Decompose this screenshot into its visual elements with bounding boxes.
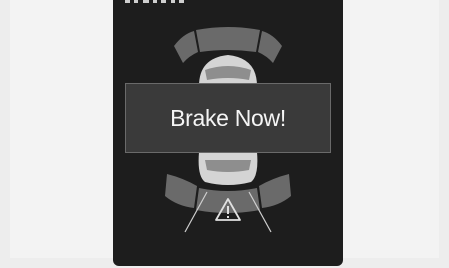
brake-warning-banner: Brake Now! <box>125 83 331 153</box>
car-front <box>199 55 257 86</box>
front-sensor-zone-right <box>258 31 282 63</box>
front-sensor-zone-center <box>196 27 260 52</box>
cluster-display: Brake Now! <box>113 0 343 266</box>
rear-sensor-zone-left <box>165 174 197 208</box>
brake-warning-text: Brake Now! <box>170 104 286 131</box>
front-sensor-zone-left <box>174 31 198 63</box>
cropped-header-text <box>125 0 184 3</box>
car-rear <box>198 152 258 185</box>
rear-sensor-zone-right <box>259 174 291 208</box>
